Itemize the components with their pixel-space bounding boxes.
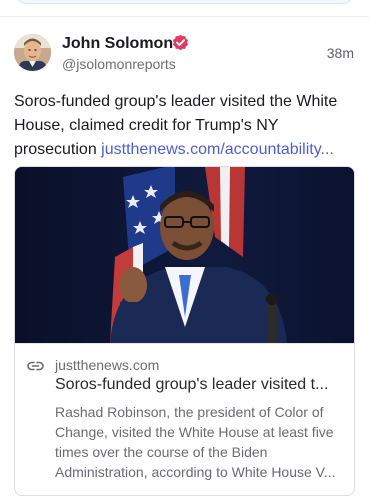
- post-text: Soros-funded group's leader visited the …: [14, 90, 360, 162]
- link-preview-card[interactable]: justthenews.com Soros-funded group's lea…: [14, 166, 355, 496]
- card-description: Rashad Robinson, the president of Color …: [55, 404, 336, 480]
- post-link[interactable]: justthenews.com/accountability...: [101, 141, 334, 158]
- card-image[interactable]: [15, 167, 354, 343]
- card-title[interactable]: Soros-funded group's leader visited t...: [55, 376, 347, 394]
- feed-post[interactable]: John Solomon @jsolomonreports 38m Soros-…: [0, 17, 369, 500]
- link-icon: [27, 359, 44, 371]
- verified-badge-icon: [172, 34, 189, 51]
- author-handle[interactable]: @jsolomonreports: [62, 56, 176, 72]
- banner-pill: [16, 0, 353, 4]
- card-domain: justthenews.com: [55, 357, 160, 373]
- author-name[interactable]: John Solomon: [62, 35, 173, 53]
- post-timestamp: 38m: [326, 45, 354, 61]
- avatar[interactable]: [14, 34, 51, 71]
- card-body[interactable]: justthenews.com Soros-funded group's lea…: [15, 343, 354, 495]
- top-banner-remnant: [0, 0, 369, 16]
